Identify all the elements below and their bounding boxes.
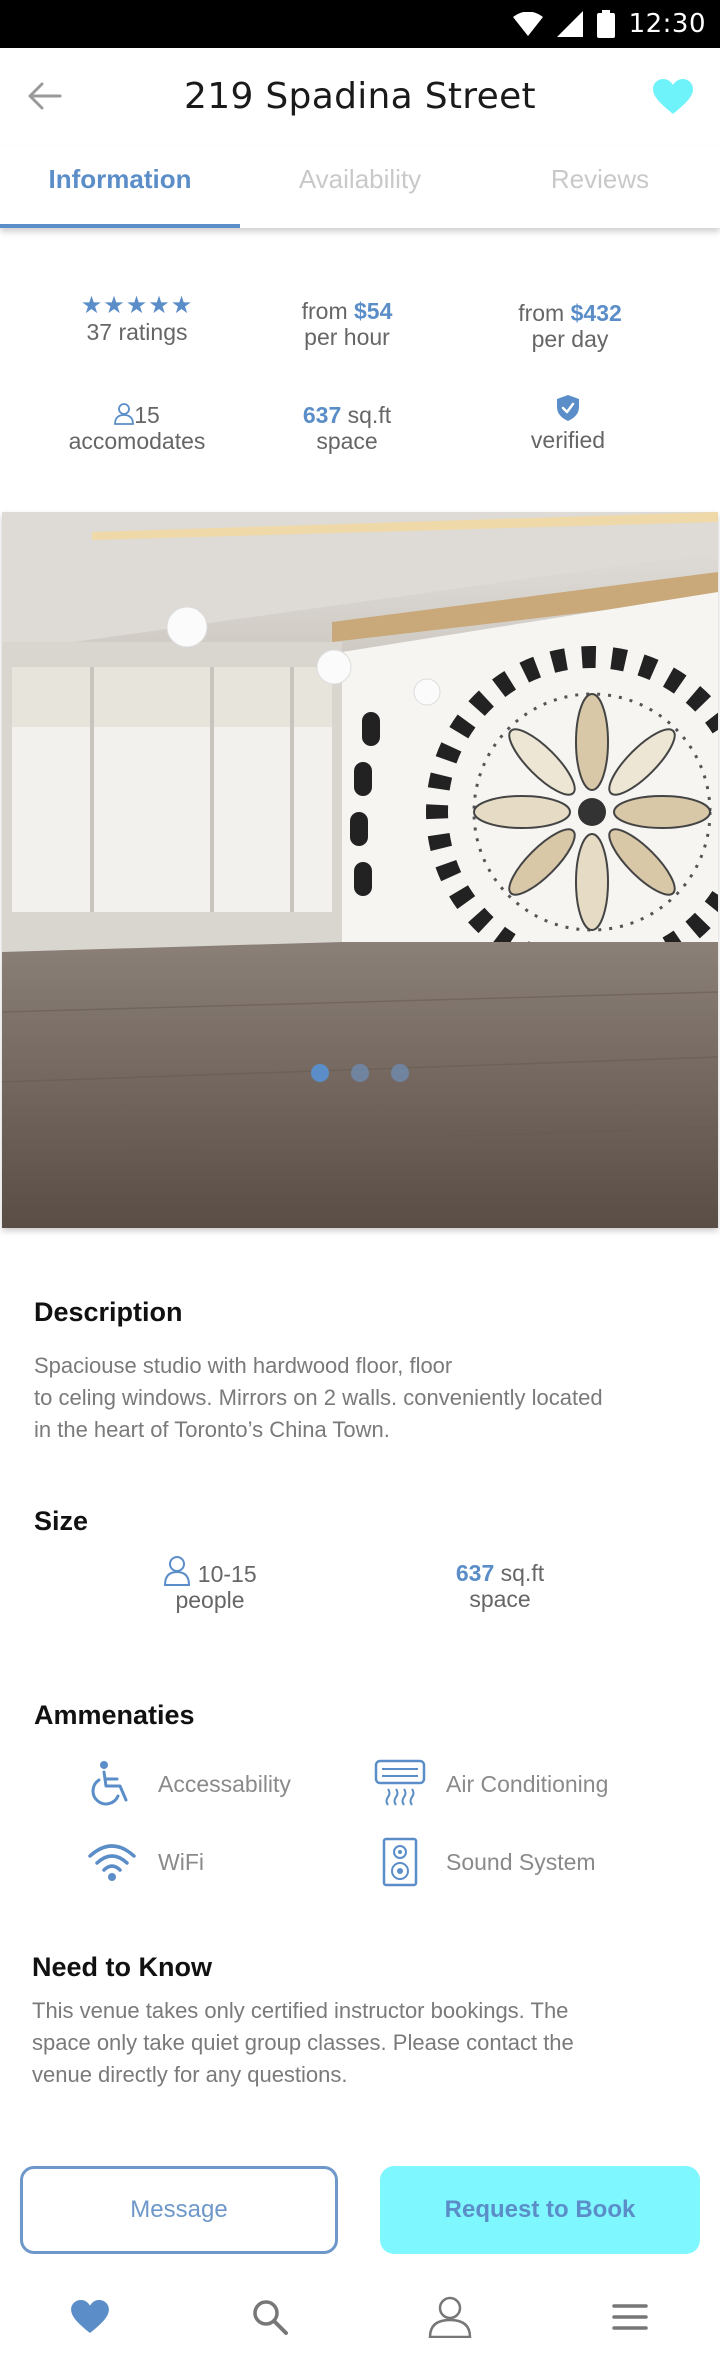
amenity-wifi: WiFi (84, 1834, 204, 1890)
description-line: in the heart of Toronto’s China Town. (34, 1417, 390, 1442)
verified-stat: verified (458, 394, 678, 453)
description-line: Spaciouse studio with hardwood floor, fl… (34, 1353, 453, 1378)
hourly-price-stat: from $54 per hour (237, 298, 457, 350)
need-to-know-line: This venue takes only certified instruct… (32, 1998, 569, 2023)
tab-information[interactable]: Information (0, 146, 240, 228)
amenities-title: Ammenaties (34, 1700, 195, 1730)
space-value: 637 (455, 1560, 495, 1586)
profile-icon (428, 2296, 472, 2338)
person-icon (164, 1556, 191, 1586)
amenity-label: Sound System (446, 1848, 596, 1875)
carousel-dot-3[interactable] (391, 1064, 409, 1082)
air-conditioner-icon (374, 1759, 426, 1806)
hour-prefix: from (301, 298, 348, 324)
studio-image (2, 512, 718, 1228)
accommodates-value: 15 (134, 402, 160, 428)
status-bar: 12:30 (0, 0, 720, 48)
studio-photo[interactable] (2, 512, 718, 1228)
menu-icon (612, 2304, 648, 2330)
wifi-icon (512, 12, 543, 36)
nav-profile[interactable] (360, 2270, 540, 2364)
carousel-dot-1[interactable] (311, 1064, 329, 1082)
rating-stars: ★★★★★ (80, 292, 194, 319)
amenity-air-conditioning: Air Conditioning (372, 1756, 608, 1812)
rating-stat: ★★★★★ 37 ratings (27, 292, 247, 346)
verified-label: verified (530, 427, 606, 453)
amenity-label: Accessability (158, 1770, 291, 1797)
wheelchair-icon (91, 1761, 128, 1806)
message-button[interactable]: Message (20, 2166, 338, 2254)
hour-unit: per hour (304, 324, 390, 350)
need-to-know-line: venue directly for any questions. (32, 2062, 348, 2087)
wifi-icon (88, 1844, 136, 1881)
nav-search[interactable] (180, 2270, 360, 2364)
amenity-label: Air Conditioning (446, 1770, 609, 1797)
space-stat: 637 sq.ft space (237, 402, 457, 454)
signal-icon (556, 11, 583, 37)
heart-icon (71, 2300, 109, 2334)
day-unit: per day (531, 326, 609, 352)
size-people: 10-15 people (130, 1556, 290, 1613)
amenity-label: WiFi (158, 1848, 204, 1875)
description-line: to celing windows. Mirrors on 2 walls. c… (34, 1385, 603, 1410)
need-to-know-line: space only take quiet group classes. Ple… (32, 2030, 574, 2055)
search-icon (253, 2300, 288, 2335)
status-time: 12:30 (628, 9, 706, 39)
accommodates-label: accomodates (68, 428, 206, 454)
heart-icon (653, 79, 693, 114)
bottom-nav (0, 2270, 720, 2364)
nav-favorites[interactable] (0, 2270, 180, 2364)
carousel-dot-2[interactable] (351, 1064, 369, 1082)
nav-menu[interactable] (540, 2270, 720, 2364)
people-label: people (175, 1587, 245, 1613)
space-label: space (316, 428, 378, 454)
need-to-know-text: This venue takes only certified instruct… (32, 1995, 682, 2091)
accommodates-stat: 15 accomodates (27, 402, 247, 454)
space-label: space (469, 1586, 531, 1612)
request-to-book-button[interactable]: Request to Book (380, 2166, 700, 2254)
size-title: Size (34, 1506, 89, 1536)
people-value: 10-15 (197, 1561, 257, 1587)
day-price: $432 (570, 300, 622, 326)
amenity-sound-system: Sound System (372, 1834, 596, 1890)
favorite-button[interactable] (646, 72, 700, 122)
carousel-indicator (0, 1064, 720, 1082)
tab-availability[interactable]: Availability (240, 146, 480, 228)
description-text: Spaciouse studio with hardwood floor, fl… (34, 1350, 684, 1446)
speaker-icon (382, 1837, 418, 1887)
amenity-accessibility: Accessability (84, 1756, 291, 1812)
tab-bar: Information Availability Reviews (0, 146, 720, 228)
space-unit: sq.ft (500, 1560, 545, 1586)
hour-price: $54 (354, 298, 393, 324)
person-icon (114, 403, 135, 425)
size-space: 637 sq.ft space (420, 1560, 580, 1612)
need-to-know-title: Need to Know (32, 1952, 212, 1982)
space-value: 637 (302, 402, 342, 428)
day-prefix: from (518, 300, 565, 326)
shield-check-icon (557, 395, 579, 421)
tab-reviews[interactable]: Reviews (480, 146, 720, 228)
battery-icon (596, 10, 615, 38)
app-bar: 219 Spadina Street (0, 48, 720, 146)
daily-price-stat: from $432 per day (460, 300, 680, 352)
space-unit: sq.ft (347, 402, 392, 428)
ratings-count: 37 ratings (86, 319, 188, 345)
page-title: 219 Spadina Street (184, 76, 536, 117)
description-title: Description (34, 1297, 183, 1327)
